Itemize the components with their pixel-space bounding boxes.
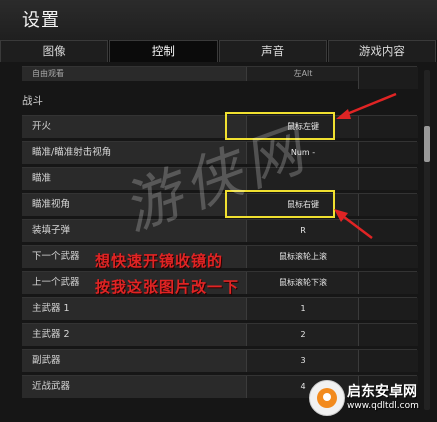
arrow-line-icon [341,92,397,118]
annotation-line-1: 想快速开镜收镜的 [95,252,224,270]
annotation-line-2: 按我这张图片改一下 [95,278,240,296]
logo-name: 启东安卓网 [347,384,417,400]
arrowhead-icon [336,109,351,119]
arrow-line-icon [339,213,373,239]
logo-url: www.qdltdl.com [347,401,419,411]
site-logo: 启东安卓网 www.qdltdl.com [305,378,435,420]
logo-icon [309,380,345,416]
arrowhead-icon [334,209,348,222]
